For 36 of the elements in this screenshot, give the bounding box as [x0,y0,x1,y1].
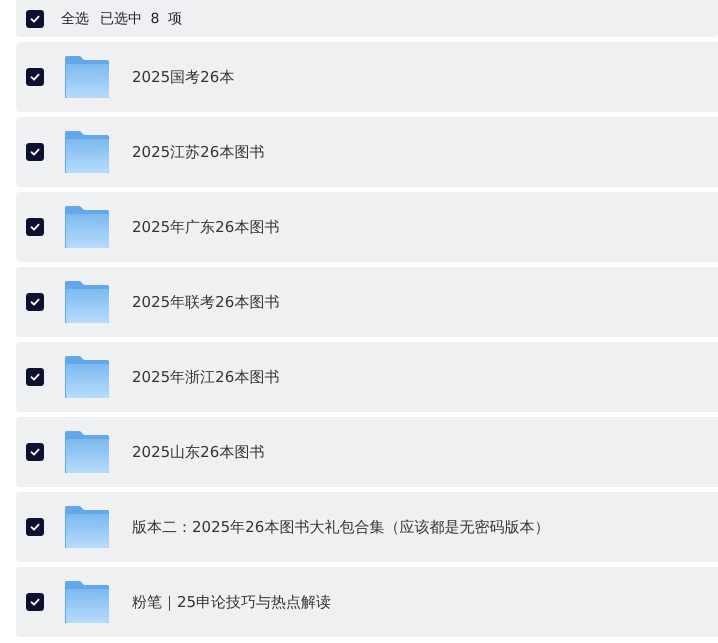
checkbox[interactable] [26,593,44,611]
checkbox[interactable] [26,518,44,536]
check-icon [29,371,41,383]
checkbox[interactable] [26,68,44,86]
check-icon [29,12,41,24]
select-all-label[interactable]: 全选 [61,10,89,28]
folder-icon [64,430,110,474]
check-icon [29,446,41,458]
folder-name[interactable]: 2025江苏26本图书 [132,142,264,162]
checkbox[interactable] [26,10,44,28]
folder-name[interactable]: 版本二：2025年26本图书大礼包合集（应该都是无密码版本） [132,518,550,536]
folder-icon [64,580,110,624]
folder-name[interactable]: 2025年广东26本图书 [132,218,280,236]
checkbox[interactable] [26,143,44,161]
check-icon [29,596,41,608]
check-icon [29,296,41,308]
folder-icon [64,505,110,549]
folder-name[interactable]: 2025年浙江26本图书 [132,368,280,386]
folder-name[interactable]: 粉笔｜25申论技巧与热点解读 [132,592,332,612]
selection-count: 已选中 8 项 [100,10,182,28]
folder-icon [64,55,110,99]
folder-icon [64,355,110,399]
checkbox[interactable] [26,368,44,386]
check-icon [29,71,41,83]
folder-icon [64,130,110,174]
checkbox[interactable] [26,293,44,311]
checkbox[interactable] [26,443,44,461]
checkbox[interactable] [26,218,44,236]
folder-name[interactable]: 2025国考26本 [132,68,234,86]
folder-name[interactable]: 2025年联考26本图书 [132,292,280,312]
folder-name[interactable]: 2025山东26本图书 [132,442,264,462]
check-icon [29,521,41,533]
folder-icon [64,205,110,249]
folder-icon [64,280,110,324]
check-icon [29,221,41,233]
check-icon [29,146,41,158]
